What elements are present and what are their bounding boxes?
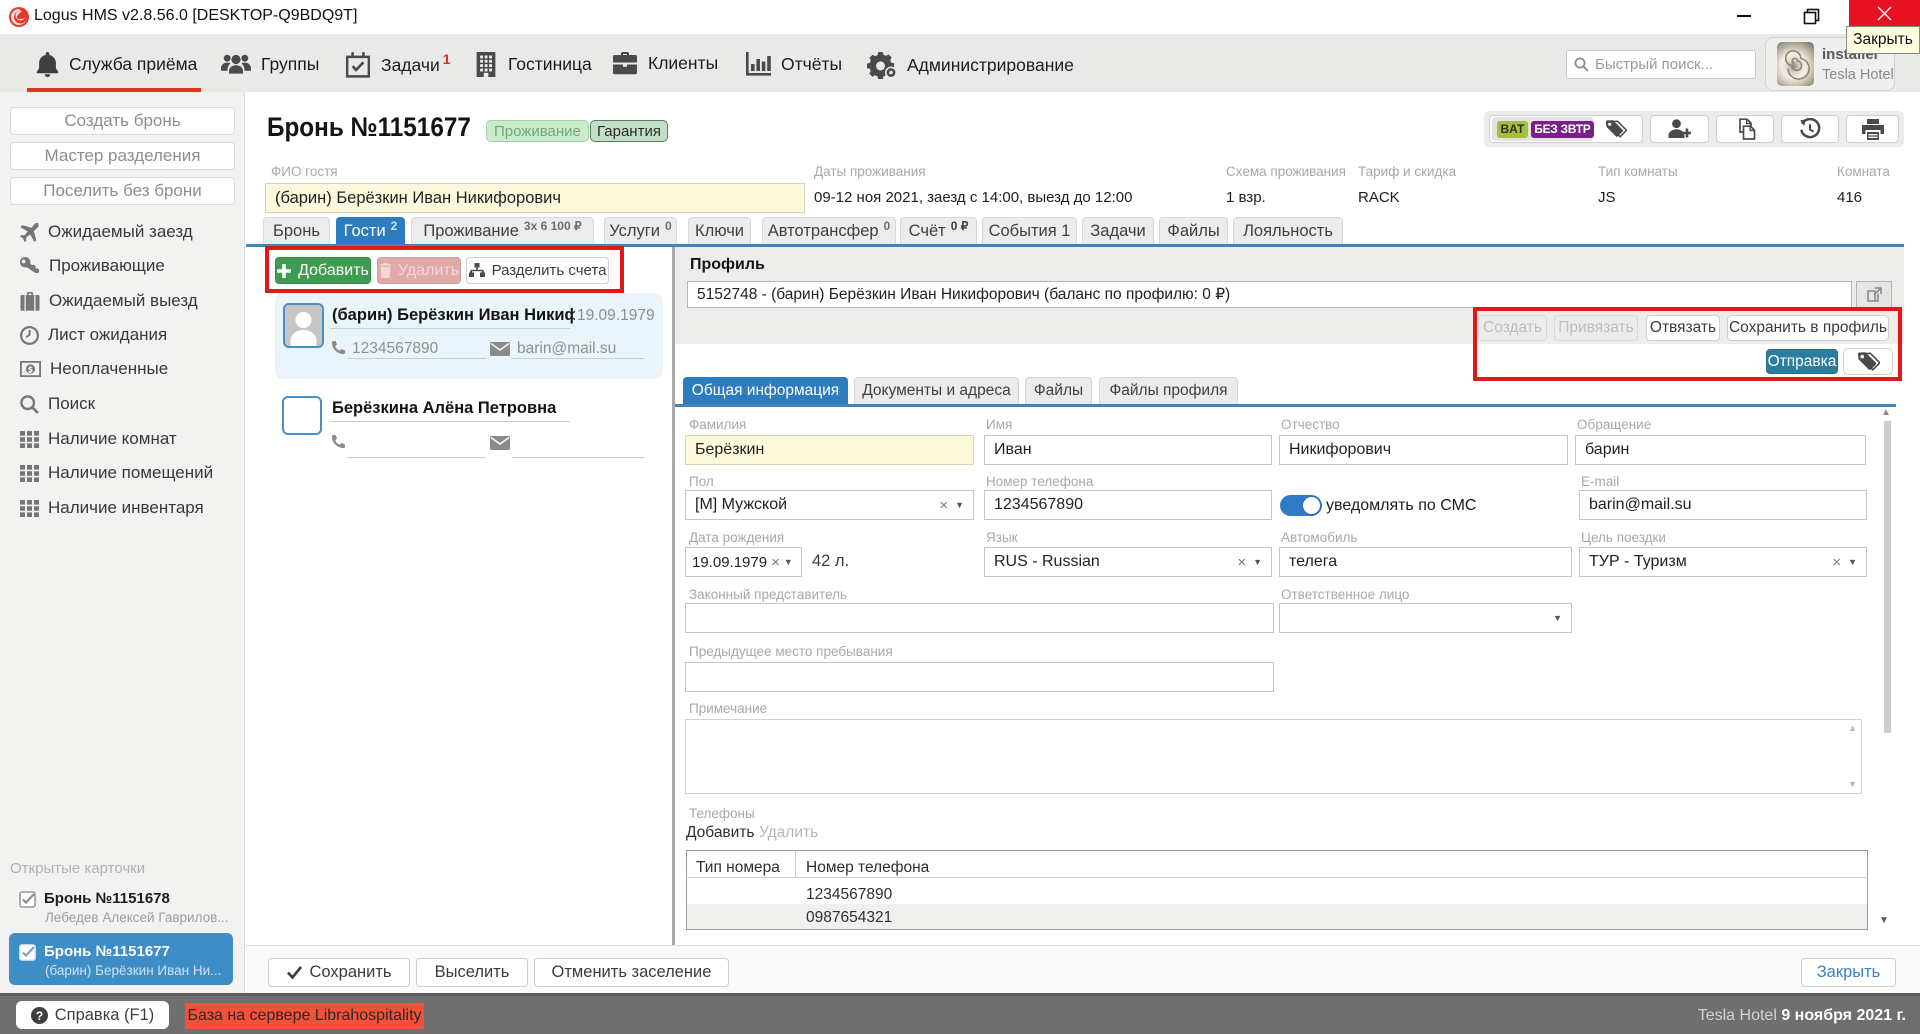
svg-text:?: ? — [36, 1008, 43, 1022]
